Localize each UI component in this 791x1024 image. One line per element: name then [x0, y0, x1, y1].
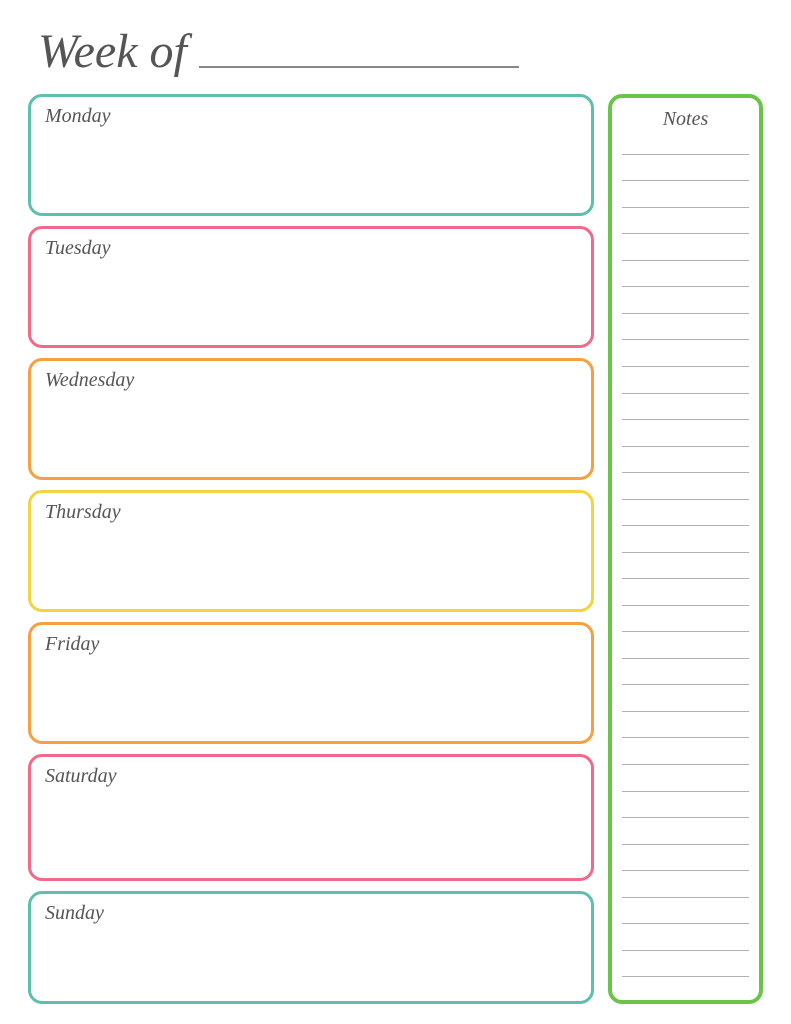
- sunday-label: Sunday: [45, 902, 104, 924]
- tuesday-label: Tuesday: [45, 237, 111, 259]
- note-line: [622, 711, 749, 712]
- note-line: [622, 313, 749, 314]
- saturday-box[interactable]: Saturday: [28, 754, 594, 881]
- weekly-planner-page: Week of Monday Tuesday Wednesday Thursda…: [0, 0, 791, 1024]
- saturday-label: Saturday: [45, 765, 116, 787]
- monday-box[interactable]: Monday: [28, 94, 594, 216]
- notes-column[interactable]: Notes: [608, 94, 763, 1004]
- note-line: [622, 286, 749, 287]
- note-line: [622, 260, 749, 261]
- thursday-label: Thursday: [45, 501, 121, 523]
- note-line: [622, 605, 749, 606]
- note-line: [622, 658, 749, 659]
- note-line: [622, 950, 749, 951]
- note-line: [622, 366, 749, 367]
- note-line: [622, 578, 749, 579]
- note-line: [622, 207, 749, 208]
- friday-label: Friday: [45, 633, 99, 655]
- note-line: [622, 976, 749, 977]
- note-line: [622, 499, 749, 500]
- tuesday-box[interactable]: Tuesday: [28, 226, 594, 348]
- main-content: Monday Tuesday Wednesday Thursday Friday…: [28, 94, 763, 1004]
- note-line: [622, 817, 749, 818]
- note-line: [622, 791, 749, 792]
- note-line: [622, 844, 749, 845]
- note-line: [622, 339, 749, 340]
- note-line: [622, 552, 749, 553]
- notes-title: Notes: [622, 108, 749, 131]
- note-line: [622, 897, 749, 898]
- notes-lines: [622, 141, 749, 990]
- header: Week of: [28, 28, 763, 76]
- note-line: [622, 472, 749, 473]
- wednesday-label: Wednesday: [45, 369, 134, 391]
- monday-label: Monday: [45, 105, 111, 127]
- friday-box[interactable]: Friday: [28, 622, 594, 744]
- week-of-underline[interactable]: [199, 66, 519, 68]
- note-line: [622, 764, 749, 765]
- wednesday-box[interactable]: Wednesday: [28, 358, 594, 480]
- note-line: [622, 393, 749, 394]
- note-line: [622, 180, 749, 181]
- note-line: [622, 525, 749, 526]
- note-line: [622, 737, 749, 738]
- week-of-title: Week of: [38, 28, 187, 76]
- thursday-box[interactable]: Thursday: [28, 490, 594, 612]
- days-column: Monday Tuesday Wednesday Thursday Friday…: [28, 94, 594, 1004]
- note-line: [622, 870, 749, 871]
- note-line: [622, 631, 749, 632]
- note-line: [622, 154, 749, 155]
- note-line: [622, 419, 749, 420]
- note-line: [622, 446, 749, 447]
- note-line: [622, 923, 749, 924]
- sunday-box[interactable]: Sunday: [28, 891, 594, 1004]
- note-line: [622, 684, 749, 685]
- note-line: [622, 233, 749, 234]
